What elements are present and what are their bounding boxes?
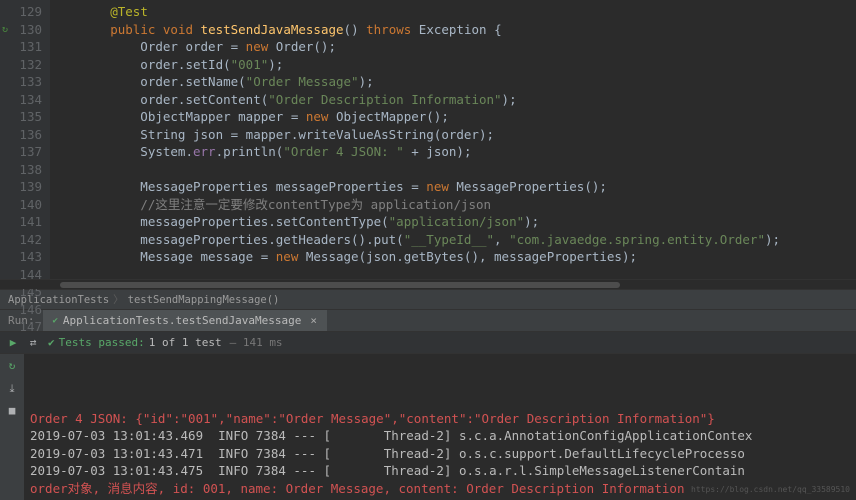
code-line[interactable]: order.setContent("Order Description Info… [50, 91, 856, 109]
close-icon[interactable]: × [310, 314, 317, 327]
code-line[interactable]: order.setName("Order Message"); [50, 73, 856, 91]
code-body[interactable]: @Test public void testSendJavaMessage() … [50, 0, 856, 279]
line-number: 138 [4, 161, 42, 179]
line-number: 131 [4, 38, 42, 56]
line-number: 134 [4, 91, 42, 109]
code-line[interactable]: //这里注意一定要修改contentType为 application/json [50, 196, 856, 214]
code-line[interactable]: Message message = new Message(json.getBy… [50, 248, 856, 266]
line-number: 147 [4, 318, 42, 336]
line-number: 129 [4, 3, 42, 21]
breadcrumb-method[interactable]: testSendMappingMessage() [128, 294, 280, 306]
line-number: 143 [4, 248, 42, 266]
code-line[interactable]: MessageProperties messageProperties = ne… [50, 178, 856, 196]
line-number: 133 [4, 73, 42, 91]
code-editor[interactable]: 129130↻131132133134135136137138139140141… [0, 0, 856, 279]
breadcrumb[interactable]: ApplicationTests 〉 testSendMappingMessag… [0, 289, 856, 310]
line-number: 136 [4, 126, 42, 144]
check-icon: ✔ [53, 316, 58, 326]
code-line[interactable]: ObjectMapper mapper = new ObjectMapper()… [50, 108, 856, 126]
code-line[interactable]: order.setId("001"); [50, 56, 856, 74]
step-icon[interactable]: ⤓ [10, 380, 15, 398]
toggle-icon[interactable]: ⇄ [26, 336, 40, 349]
line-gutter: 129130↻131132133134135136137138139140141… [0, 0, 50, 279]
code-line[interactable]: messageProperties.getHeaders().put("__Ty… [50, 231, 856, 249]
tests-duration: – 141 ms [230, 336, 283, 349]
check-icon: ✔ [48, 336, 55, 349]
code-line[interactable]: Order order = new Order(); [50, 38, 856, 56]
breadcrumb-separator: 〉 [113, 292, 124, 307]
rerun-icon[interactable]: ▶ [6, 336, 20, 349]
test-status-bar: ▶ ⇄ ✔ Tests passed: 1 of 1 test – 141 ms [0, 332, 856, 354]
line-number: 142 [4, 231, 42, 249]
line-number: 139 [4, 178, 42, 196]
test-tool-icons: ▶ ⇄ [6, 336, 40, 349]
code-line[interactable]: String json = mapper.writeValueAsString(… [50, 126, 856, 144]
tests-passed-label: Tests passed: [59, 336, 145, 349]
line-number: 140 [4, 196, 42, 214]
line-number: 132 [4, 56, 42, 74]
console-output[interactable]: ↻ ⤓ ■ https://blog.csdn.net/qq_33589510 … [0, 354, 856, 500]
run-tool-tab-bar: Run: ✔ ApplicationTests.testSendJavaMess… [0, 310, 856, 332]
code-line[interactable]: public void testSendJavaMessage() throws… [50, 21, 856, 39]
watermark-text: https://blog.csdn.net/qq_33589510 [691, 481, 850, 499]
console-line: Order 4 JSON: {"id":"001","name":"Order … [30, 410, 856, 428]
run-line-icon[interactable]: ↻ [2, 21, 8, 39]
line-number: 146 [4, 301, 42, 319]
console-side-toolbar: ↻ ⤓ ■ [0, 354, 24, 500]
code-line[interactable]: System.err.println("Order 4 JSON: " + js… [50, 143, 856, 161]
stop-icon[interactable]: ■ [9, 402, 16, 420]
tests-passed-count: 1 of 1 test [149, 336, 222, 349]
run-tab[interactable]: ✔ ApplicationTests.testSendJavaMessage × [43, 310, 327, 331]
console-line: 2019-07-03 13:01:43.471 INFO 7384 --- [ … [30, 445, 856, 463]
console-line: 2019-07-03 13:01:43.475 INFO 7384 --- [ … [30, 462, 856, 480]
code-line[interactable] [50, 266, 856, 280]
tests-passed-status: ✔ Tests passed: 1 of 1 test [48, 336, 222, 349]
scrollbar-thumb[interactable] [60, 282, 620, 288]
code-line[interactable] [50, 161, 856, 179]
run-tab-label: ApplicationTests.testSendJavaMessage [63, 314, 301, 327]
line-number: 130↻ [4, 21, 42, 39]
horizontal-scrollbar[interactable] [0, 279, 856, 289]
line-number: 135 [4, 108, 42, 126]
code-line[interactable]: messageProperties.setContentType("applic… [50, 213, 856, 231]
code-line[interactable]: @Test [50, 3, 856, 21]
line-number: 141 [4, 213, 42, 231]
rerun-icon[interactable]: ↻ [9, 357, 16, 375]
line-number: 137 [4, 143, 42, 161]
console-line: 2019-07-03 13:01:43.469 INFO 7384 --- [ … [30, 427, 856, 445]
